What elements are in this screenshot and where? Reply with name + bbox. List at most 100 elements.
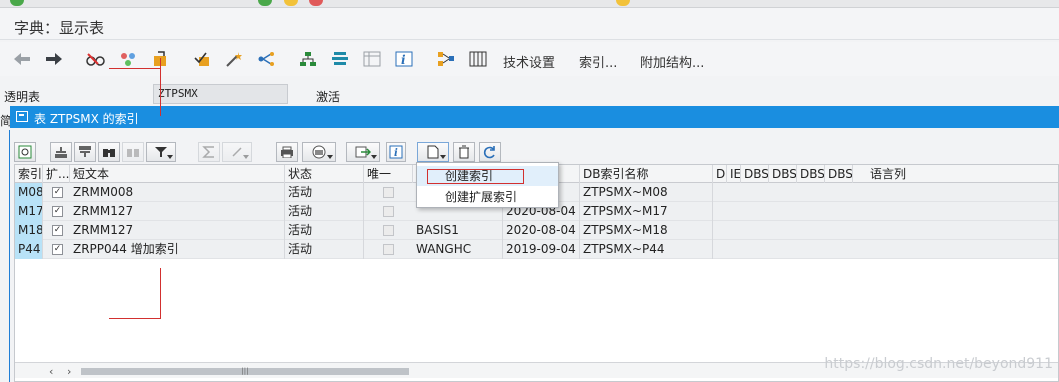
index-id-cell[interactable]: M08 (15, 183, 43, 202)
table-row[interactable]: M18 ✓ ZRMM127 活动 BASIS1 2020-08-04 ZTPSM… (15, 221, 1058, 240)
extension-checkbox[interactable]: ✓ (52, 187, 63, 198)
hierarchy-icon[interactable] (298, 50, 318, 68)
top-toolbar-strip (0, 0, 1059, 8)
views-button[interactable] (302, 142, 336, 162)
table-layout-icon[interactable] (362, 50, 382, 68)
unique-checkbox[interactable] (383, 225, 394, 236)
col-header[interactable]: 短文本 (70, 165, 285, 184)
refresh-icon (483, 146, 495, 159)
new-document-icon (427, 145, 439, 159)
find-next-button[interactable] (122, 142, 144, 162)
magic-wand-icon[interactable] (224, 50, 244, 68)
display-change-glasses-icon[interactable] (86, 50, 106, 68)
author-cell[interactable]: BASIS1 (413, 221, 503, 240)
back-arrow-icon[interactable] (12, 50, 32, 68)
find-button[interactable] (98, 142, 120, 162)
annotation-line (160, 268, 161, 318)
col-header[interactable]: 唯一 (364, 165, 413, 184)
check-icon[interactable] (192, 50, 212, 68)
info-icon[interactable]: i (394, 50, 414, 68)
db-index-name-cell[interactable]: ZTPSMX~M18 (580, 221, 713, 240)
db-index-name-cell[interactable]: ZTPSMX~M08 (580, 183, 713, 202)
col-header[interactable]: 索引 (15, 165, 43, 184)
exit-icon[interactable] (284, 0, 298, 6)
refresh-button[interactable] (479, 142, 501, 162)
index-id-cell[interactable]: M18 (15, 221, 43, 240)
watermark: https://blog.csdn.net/beyond911 (824, 356, 1053, 372)
svg-text:i: i (401, 53, 406, 67)
date-cell[interactable]: 2019-09-04 (503, 240, 580, 259)
append-structure-button[interactable]: 附加结构... (640, 52, 704, 71)
short-text-cell[interactable]: ZRPP044 增加索引 (70, 240, 285, 259)
find-next-icon (127, 149, 139, 157)
short-text-cell[interactable]: ZRMM127 (70, 221, 285, 240)
dialog-title: 表 ZTPSMX 的索引 (34, 112, 139, 126)
scroll-right-icon[interactable]: › (67, 365, 71, 378)
col-header[interactable]: IE (727, 165, 741, 184)
grid-columns-icon[interactable] (468, 50, 488, 68)
filter-icon (155, 147, 167, 157)
date-cell[interactable]: 2020-08-04 (503, 221, 580, 240)
export-button[interactable] (346, 142, 380, 162)
delete-button[interactable] (453, 142, 475, 162)
short-text-cell[interactable]: ZRMM127 (70, 202, 285, 221)
subtotal-button[interactable] (222, 142, 252, 162)
tech-settings-button[interactable]: 技术设置 (503, 52, 555, 71)
details-button[interactable] (14, 142, 36, 162)
col-header[interactable]: DBS (741, 165, 769, 184)
status-cell[interactable]: 活动 (285, 221, 364, 240)
db-index-name-cell[interactable]: ZTPSMX~P44 (580, 240, 713, 259)
col-header[interactable]: 语言列 (867, 165, 947, 184)
scroll-grip-icon: ||| (241, 367, 249, 375)
author-cell[interactable]: WANGHC (413, 240, 503, 259)
col-header[interactable]: DBS (769, 165, 797, 184)
sum-button[interactable] (198, 142, 220, 162)
create-button[interactable] (417, 142, 449, 162)
scroll-thumb[interactable]: ||| (81, 368, 409, 375)
unique-checkbox[interactable] (383, 206, 394, 217)
sort-asc-icon (55, 147, 67, 158)
dialog-title-bar: 表 ZTPSMX 的索引 (10, 106, 1059, 128)
printer-icon (281, 146, 293, 158)
short-text-cell[interactable]: ZRMM008 (70, 183, 285, 202)
unique-checkbox[interactable] (383, 244, 394, 255)
info-icon: i (389, 145, 403, 159)
other-object-icon[interactable] (118, 50, 138, 68)
extension-checkbox[interactable]: ✓ (52, 244, 63, 255)
screen-title: 字典：显示表 (14, 19, 105, 37)
help-icon[interactable] (616, 0, 630, 6)
table-name-field[interactable]: ZTPSMX (153, 84, 288, 104)
sort-desc-button[interactable] (74, 142, 96, 162)
execute-icon[interactable] (258, 0, 272, 6)
filter-button[interactable] (146, 142, 176, 162)
col-header[interactable]: DI (713, 165, 727, 184)
where-used-icon[interactable] (256, 50, 276, 68)
col-header[interactable]: DBS (825, 165, 853, 184)
create-extension-index-menu-item[interactable]: 创建扩展索引 (417, 187, 558, 207)
structure-icon[interactable] (330, 50, 350, 68)
db-index-name-cell[interactable]: ZTPSMX~M17 (580, 202, 713, 221)
table-row[interactable]: P44 ✓ ZRPP044 增加索引 活动 WANGHC 2019-09-04 … (15, 240, 1058, 259)
scroll-left-icon[interactable]: ‹ (49, 365, 53, 378)
col-header[interactable]: 扩... (43, 165, 70, 184)
status-cell[interactable]: 活动 (285, 183, 364, 202)
indexes-button[interactable]: 索引... (579, 52, 617, 71)
svg-text:i: i (394, 148, 398, 159)
status-cell[interactable]: 活动 (285, 240, 364, 259)
col-header[interactable]: DB索引名称 (580, 165, 713, 184)
unique-checkbox[interactable] (383, 187, 394, 198)
extension-checkbox[interactable]: ✓ (52, 206, 63, 217)
dependency-icon[interactable] (436, 50, 456, 68)
index-id-cell[interactable]: M17 (15, 202, 43, 221)
extension-checkbox[interactable]: ✓ (52, 225, 63, 236)
sort-asc-button[interactable] (50, 142, 72, 162)
forward-arrow-icon[interactable] (44, 50, 64, 68)
cancel-icon[interactable] (309, 0, 323, 6)
window-icon (16, 111, 28, 122)
col-header[interactable]: DBS (797, 165, 825, 184)
info-button[interactable]: i (386, 142, 406, 162)
print-button[interactable] (276, 142, 298, 162)
status-cell[interactable]: 活动 (285, 202, 364, 221)
col-header[interactable]: 状态 (285, 165, 364, 184)
index-id-cell[interactable]: P44 (15, 240, 43, 259)
